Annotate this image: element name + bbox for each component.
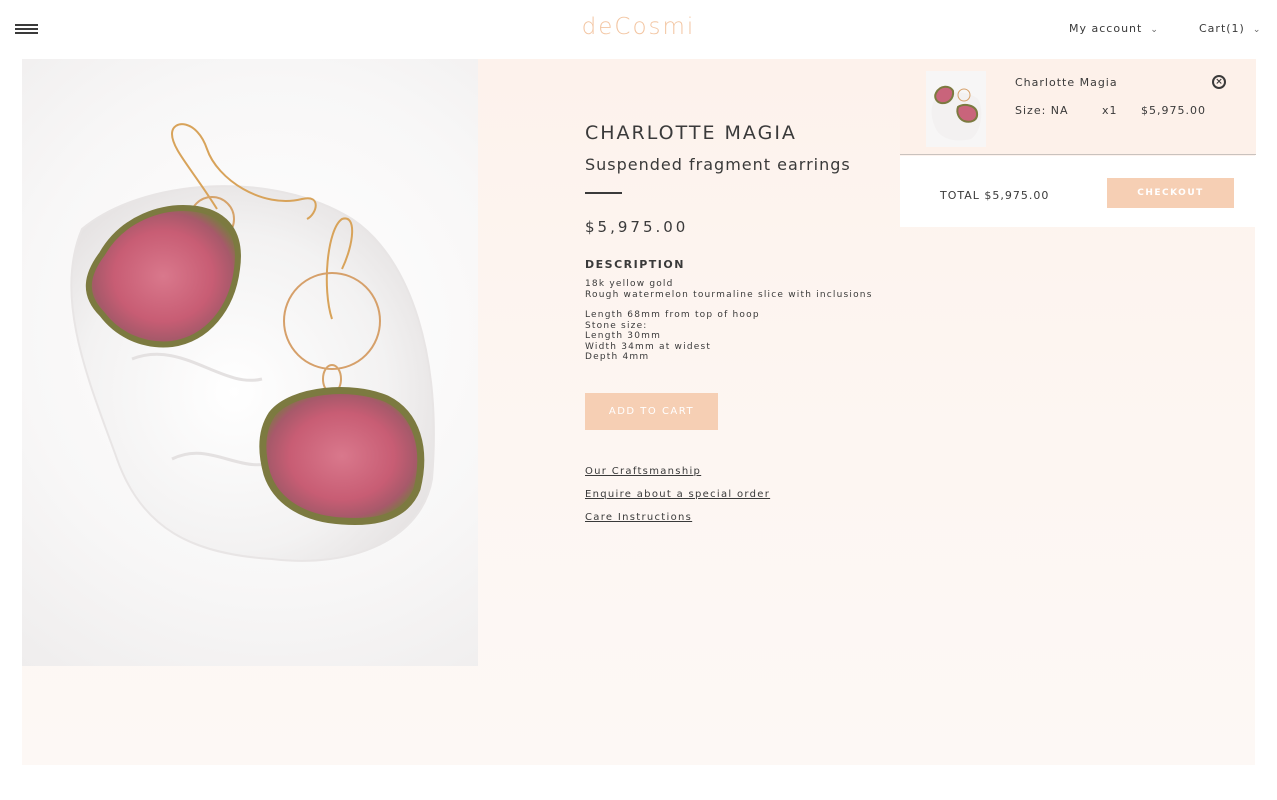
description-line: Length 68mm from top of hoop (585, 310, 760, 320)
chevron-down-icon: ⌄ (1150, 25, 1159, 35)
remove-item-icon[interactable]: × (1212, 75, 1226, 89)
cart-total: TOTAL $5,975.00 (940, 189, 1050, 202)
cart-menu[interactable]: Cart(1) ⌄ (1199, 22, 1261, 35)
description-heading: DESCRIPTION (585, 258, 685, 271)
description-line: Width 34mm at widest (585, 341, 712, 352)
title-divider (585, 192, 622, 194)
description-line: Stone size: (585, 320, 648, 331)
my-account-label: My account (1069, 22, 1143, 35)
cart-item: Charlotte Magia × Size: NA x1 $5,975.00 (900, 59, 1256, 155)
product-info: CHARLOTTE MAGIA Suspended fragment earri… (585, 122, 905, 363)
add-to-cart-button[interactable]: ADD TO CART (585, 393, 718, 430)
cart-footer: TOTAL $5,975.00 CHECKOUT (900, 156, 1256, 227)
special-order-link[interactable]: Enquire about a special order (585, 489, 770, 500)
description-line: Rough watermelon tourmaline slice with i… (585, 289, 873, 300)
cart-dropdown: Charlotte Magia × Size: NA x1 $5,975.00 … (900, 59, 1256, 227)
product-brand: CHARLOTTE MAGIA (585, 122, 797, 144)
cart-item-size: Size: NA (1015, 104, 1069, 117)
product-links: Our Craftsmanship Enquire about a specia… (585, 466, 770, 535)
earrings-photo (70, 123, 435, 562)
my-account-menu[interactable]: My account ⌄ (1069, 22, 1159, 35)
cart-thumb-image (931, 85, 982, 141)
description-text: 18k yellow gold Rough watermelon tourmal… (585, 279, 905, 363)
description-line: Length 30mm (585, 331, 662, 341)
checkout-button[interactable]: CHECKOUT (1107, 178, 1234, 208)
care-instructions-link[interactable]: Care Instructions (585, 512, 770, 523)
cart-label: Cart(1) (1199, 22, 1245, 35)
cart-item-name: Charlotte Magia (1015, 76, 1118, 89)
product-name: Suspended fragment earrings (585, 155, 851, 174)
cart-item-price: $5,975.00 (1141, 104, 1206, 117)
craftsmanship-link[interactable]: Our Craftsmanship (585, 466, 770, 477)
description-line: 18k yellow gold (585, 279, 674, 289)
cart-item-quantity: x1 (1102, 104, 1118, 117)
chevron-down-icon: ⌄ (1252, 25, 1262, 35)
cart-item-thumbnail (926, 71, 986, 147)
description-line: Depth 4mm (585, 352, 650, 362)
product-image (22, 59, 478, 666)
product-price: $5,975.00 (585, 218, 689, 236)
